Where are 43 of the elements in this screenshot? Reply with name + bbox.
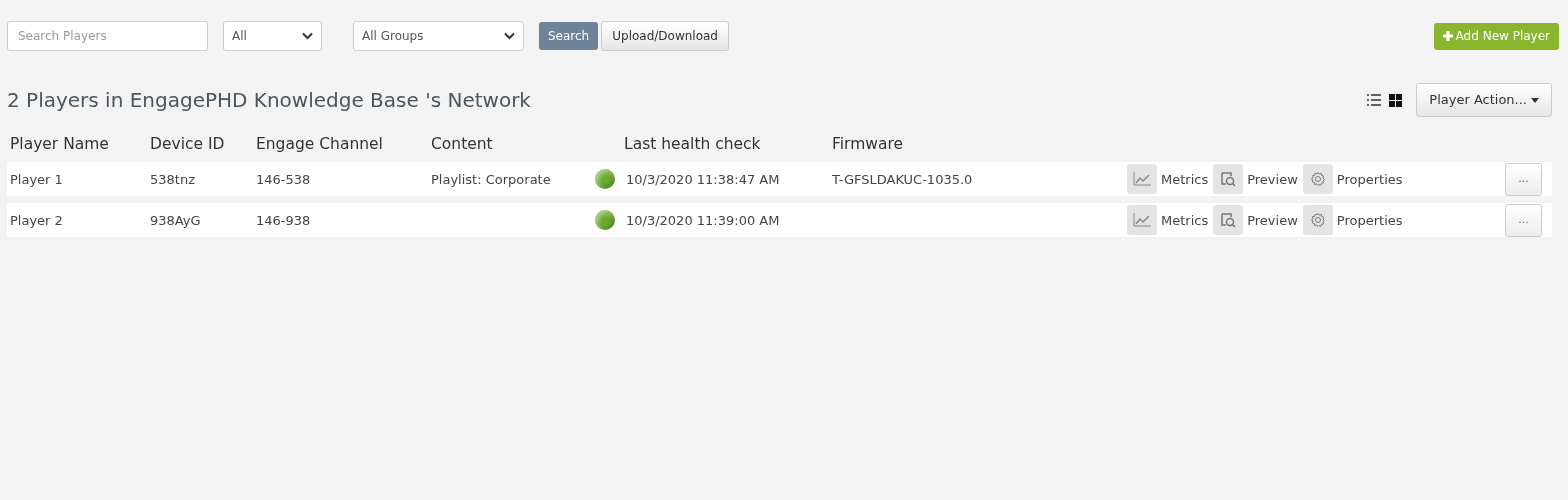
dropdown[interactable]: All Groups [353,21,524,51]
search-field[interactable]: Search Players [7,21,208,51]
settings-icon [1302,205,1333,236]
player-name: Player 1 [9,170,64,189]
metrics-button[interactable]: Metrics [1127,205,1209,236]
health-check-time: 10/3/2020 11:38:47 AM [625,170,781,189]
settings-icon [1302,164,1333,195]
chevron-icon [504,32,515,40]
dropdown[interactable]: All [223,21,322,51]
column-header: Firmware [831,134,905,155]
player-name: Player 2 [9,211,64,230]
more-button[interactable]: ... [1505,203,1542,237]
search-button[interactable]: Search [539,22,599,50]
preview-button[interactable]: Preview [1213,205,1298,236]
list-view-icon[interactable] [1367,94,1382,106]
chart-icon [1127,205,1157,236]
preview-icon [1213,205,1244,236]
page-heading: 2 Players in EngagePHD Knowledge Base 's Network [7,88,531,112]
channel-cell-text: 146-938 [255,211,312,230]
preview-icon [1213,164,1244,195]
preview-button[interactable]: Preview [1213,164,1298,195]
caret-icon [1531,97,1539,103]
column-header: Last health check [623,134,762,155]
more-button[interactable]: ... [1505,162,1542,196]
health-check-time: 10/3/2020 11:39:00 AM [625,211,781,230]
firmware-cell-text: T-GFSLDAKUC-1035.0 [831,170,974,189]
device-id: 938AyG [149,211,202,230]
content-cell-text: Playlist: Corporate [430,170,552,189]
chart-icon [1127,164,1157,195]
metrics-button[interactable]: Metrics [1127,164,1209,195]
device-id: 538tnz [149,170,196,189]
column-header: Player Name [9,134,110,155]
chevron-icon [302,32,313,40]
column-header: Content [430,134,494,155]
channel-cell-text: 146-538 [255,170,312,189]
column-header: Engage Channel [255,134,384,155]
properties-button[interactable]: Properties [1302,164,1403,195]
properties-button[interactable]: Properties [1302,205,1403,236]
player-action-dropdown[interactable]: Player Action... [1416,83,1552,117]
upload-download-button[interactable]: Upload/Download [601,21,729,51]
column-header: Device ID [149,134,226,155]
grid-view-icon[interactable] [1389,93,1403,107]
plus-icon [1442,31,1453,41]
